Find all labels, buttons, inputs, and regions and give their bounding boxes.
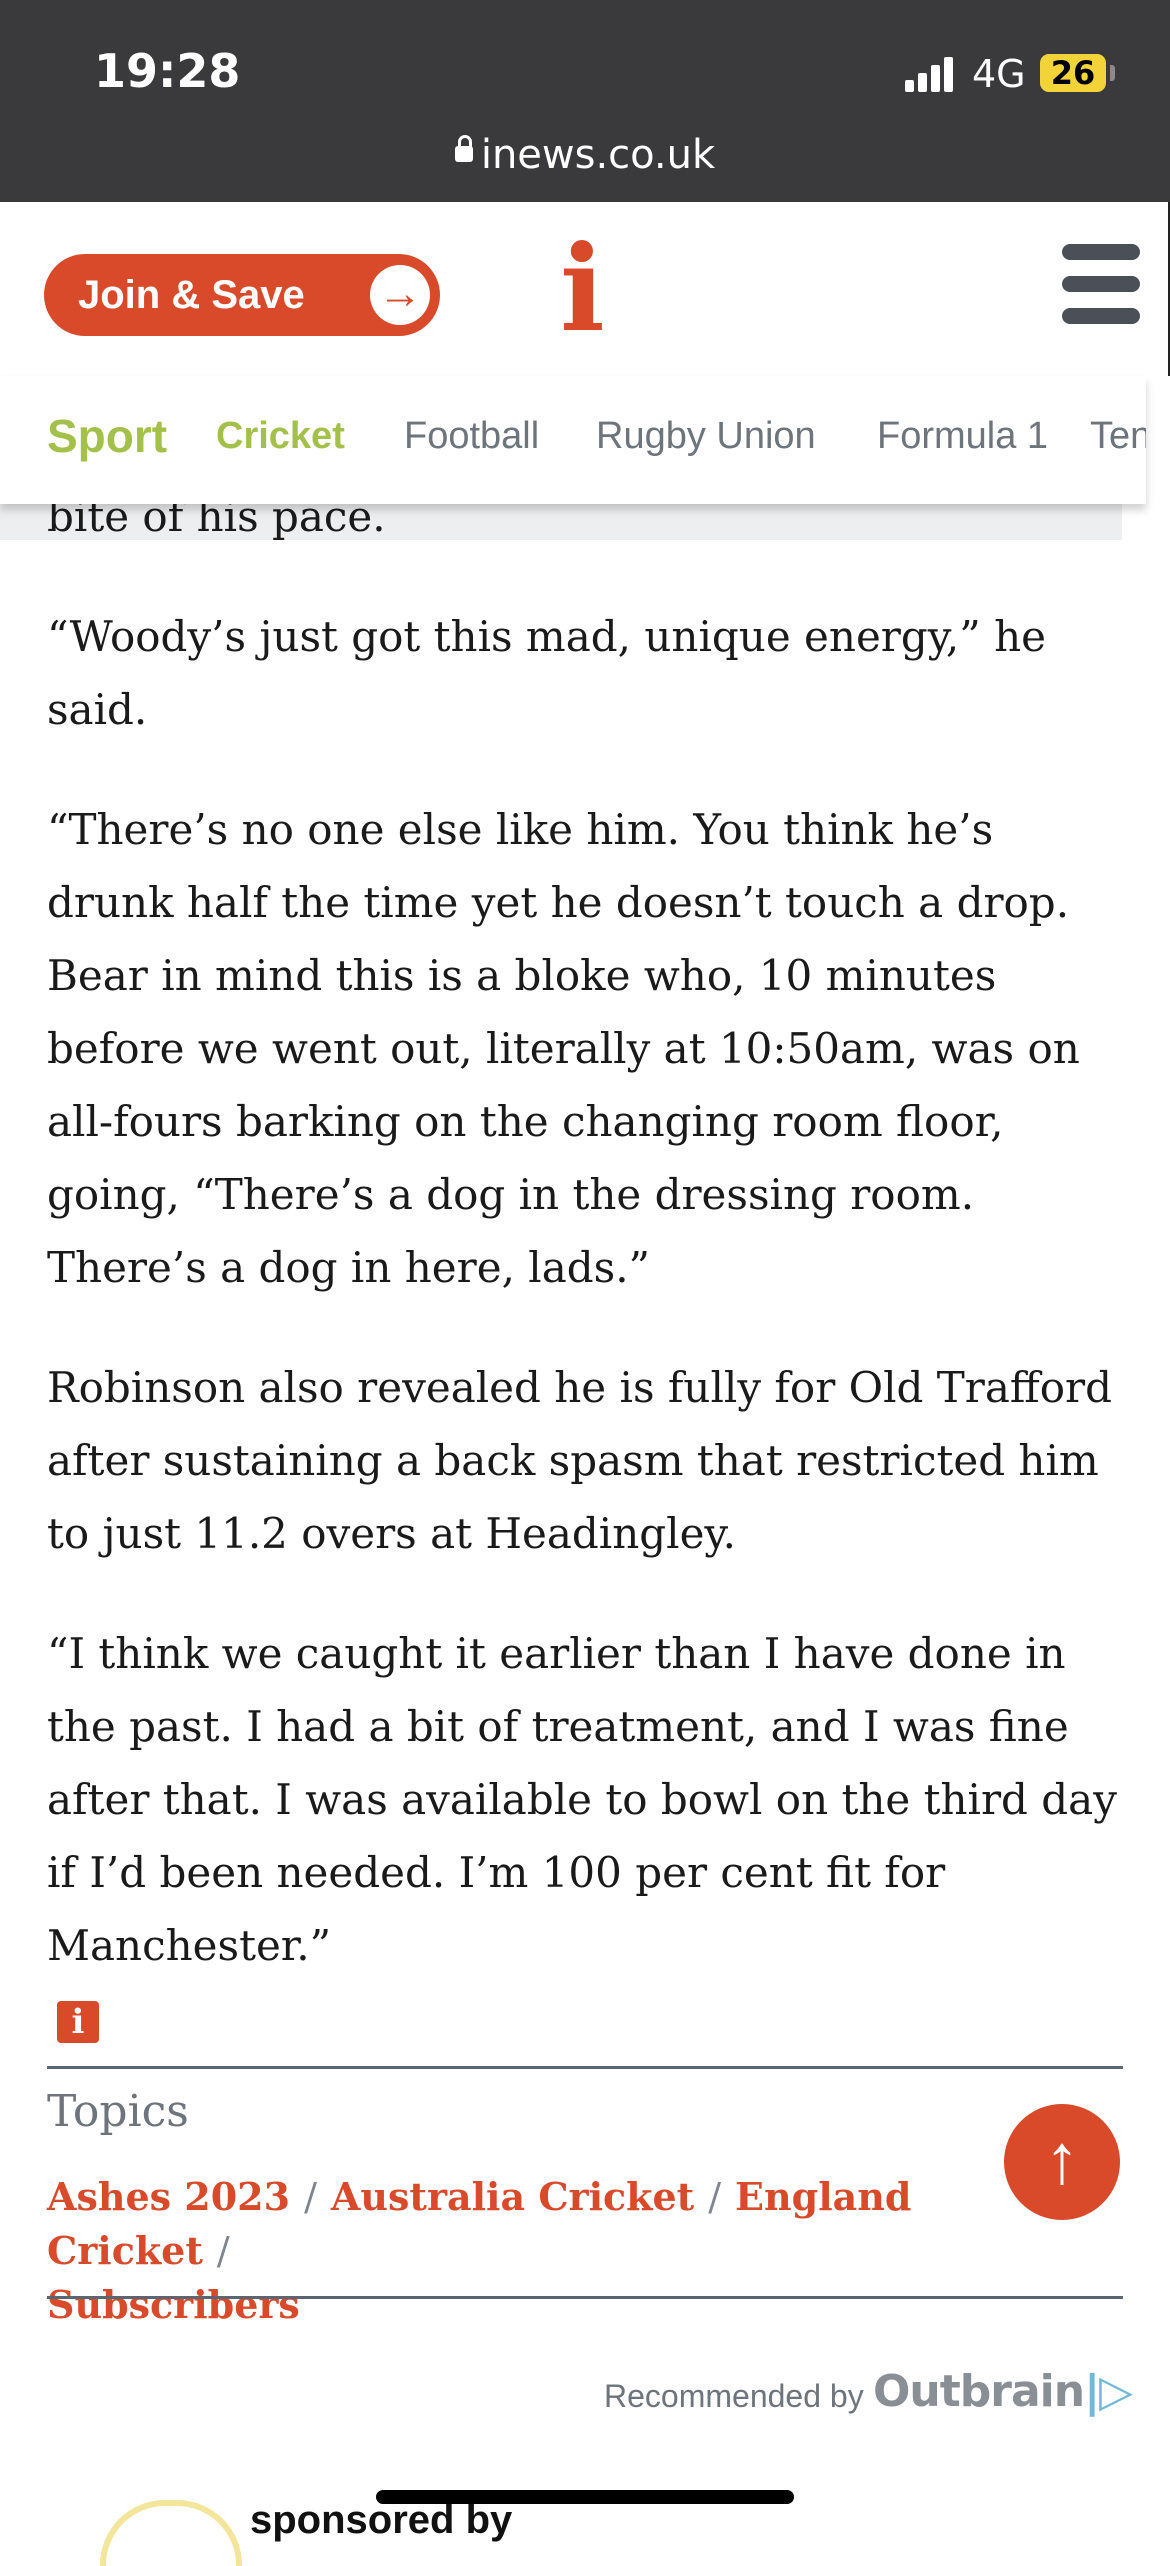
divider bbox=[47, 2296, 1123, 2299]
arrow-right-icon: → bbox=[370, 265, 430, 325]
topic-link-ashes-2023[interactable]: Ashes 2023 bbox=[47, 2174, 290, 2219]
site-logo[interactable]: i bbox=[560, 230, 605, 348]
site-header: Join & Save → i bbox=[0, 202, 1170, 376]
join-label: Join & Save bbox=[78, 273, 305, 317]
topic-link-australia-cricket[interactable]: Australia Cricket bbox=[331, 2174, 694, 2219]
sponsor-logo bbox=[100, 2500, 242, 2566]
battery-icon: 26 bbox=[1040, 54, 1106, 92]
outbrain-logo[interactable]: Outbrain|▷ bbox=[873, 2366, 1133, 2417]
topics-list: Ashes 2023/Australia Cricket / England Cri… bbox=[47, 2170, 1007, 2332]
nav-item-tennis[interactable]: Tennis bbox=[1090, 406, 1146, 466]
battery-tip bbox=[1110, 65, 1115, 81]
status-time: 19:28 bbox=[94, 44, 241, 98]
topic-separator: / bbox=[216, 2229, 230, 2273]
article-end-mark: i bbox=[57, 2001, 99, 2043]
divider bbox=[47, 2066, 1123, 2069]
article-body: bite of his pace. “Woody’s just got this… bbox=[47, 480, 1127, 2055]
outbrain-mark-icon: |▷ bbox=[1084, 2366, 1133, 2417]
signal-icon bbox=[905, 56, 955, 92]
nav-item-cricket[interactable]: Cricket bbox=[216, 406, 345, 466]
article-paragraph-text: “I think we caught it earlier than I hav… bbox=[47, 1629, 1117, 1970]
topic-link-subscribers[interactable]: Subscribers bbox=[47, 2282, 300, 2327]
topic-separator: / bbox=[304, 2175, 317, 2219]
section-nav: Sport Cricket Football Rugby Union Formu… bbox=[0, 376, 1146, 504]
join-and-save-button[interactable]: Join & Save → bbox=[44, 254, 440, 336]
back-to-top-button[interactable]: ↑ bbox=[1004, 2104, 1120, 2220]
article-paragraph: “I think we caught it earlier than I hav… bbox=[47, 1617, 1127, 2055]
article-paragraph: Robinson also revealed he is fully for O… bbox=[47, 1363, 1112, 1558]
home-indicator bbox=[376, 2490, 794, 2504]
recommended-by-label: Recommended by bbox=[604, 2378, 864, 2414]
topic-separator: / bbox=[708, 2175, 722, 2219]
article-paragraph: “There’s no one else like him. You think… bbox=[47, 805, 1080, 1292]
arrow-up-icon: ↑ bbox=[1044, 2120, 1080, 2198]
network-type: 4G bbox=[972, 52, 1026, 96]
nav-item-sport[interactable]: Sport bbox=[47, 406, 167, 466]
article-paragraph: “Woody’s just got this mad, unique energ… bbox=[47, 612, 1046, 734]
topics-label: Topics bbox=[47, 2086, 189, 2137]
url-text: inews.co.uk bbox=[480, 132, 716, 178]
sponsored-by-label: sponsored by bbox=[250, 2498, 513, 2542]
address-bar[interactable]: inews.co.uk bbox=[0, 132, 1170, 178]
nav-item-football[interactable]: Football bbox=[404, 406, 539, 466]
nav-item-rugby-union[interactable]: Rugby Union bbox=[596, 406, 816, 466]
status-bar: 19:28 4G 26 inews.co.uk bbox=[0, 0, 1170, 202]
hamburger-menu-icon[interactable] bbox=[1062, 244, 1140, 326]
nav-item-formula-1[interactable]: Formula 1 bbox=[877, 406, 1048, 466]
lock-icon bbox=[454, 135, 473, 162]
outbrain-logo-text: Outbrain bbox=[873, 2366, 1085, 2417]
